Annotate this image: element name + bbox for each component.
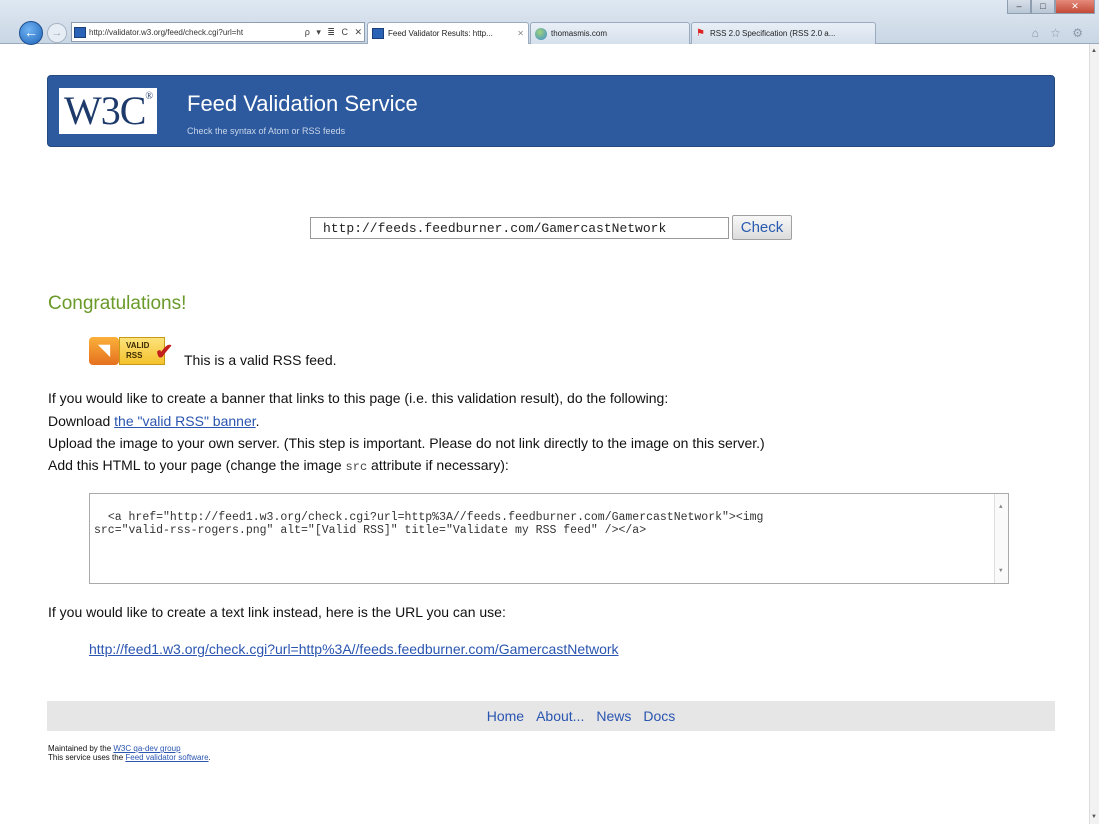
valid-rss-banner-link[interactable]: the "valid RSS" banner	[114, 413, 255, 429]
src-code: src	[345, 460, 368, 474]
rss-icon: ◥	[89, 337, 119, 365]
download-prefix: Download	[48, 413, 115, 429]
tab-label: RSS 2.0 Specification (RSS 2.0 a...	[710, 29, 836, 38]
text-link-intro: If you would like to create a text link …	[48, 604, 506, 620]
page-scrollbar[interactable]: ▲ ▼	[1089, 44, 1099, 824]
footer-nav: Home About... News Docs	[47, 701, 1055, 731]
valid-message: This is a valid RSS feed.	[184, 352, 337, 368]
banner-intro: If you would like to create a banner tha…	[48, 390, 669, 406]
footer-link-about[interactable]: About...	[536, 708, 584, 724]
textarea-scrollbar[interactable]: ▲ ▼	[994, 494, 1008, 583]
html-snippet-text[interactable]: <a href="http://feed1.w3.org/check.cgi?u…	[94, 511, 763, 537]
forward-button[interactable]: →	[47, 23, 67, 43]
add-html-suffix: attribute if necessary):	[367, 457, 509, 473]
qa-dev-group-link[interactable]: W3C qa-dev group	[113, 744, 180, 753]
congratulations-heading: Congratulations!	[48, 293, 187, 314]
feed-validator-software-link[interactable]: Feed validator software	[125, 753, 208, 762]
software-prefix: This service uses the	[48, 753, 126, 762]
tab-thomasmis[interactable]: thomasmis.com	[530, 22, 690, 44]
logo-text: W3C	[63, 88, 146, 133]
arrow-right-icon: →	[51, 27, 63, 39]
window-controls: – □ ✕	[1007, 0, 1095, 14]
html-snippet-textarea[interactable]: <a href="http://feed1.w3.org/check.cgi?u…	[89, 493, 1009, 584]
checkmark-icon: ✔	[155, 339, 174, 364]
download-line: Download the "valid RSS" banner.	[48, 413, 260, 429]
scroll-down-icon[interactable]: ▼	[1091, 814, 1097, 820]
w3c-logo[interactable]: W3C®	[59, 88, 157, 134]
arrow-left-icon: ←	[24, 24, 38, 40]
check-button[interactable]: Check	[732, 215, 792, 240]
back-button[interactable]: ←	[19, 21, 43, 45]
software-line: This service uses the Feed validator sof…	[48, 753, 211, 762]
logo-registered-mark: ®	[145, 91, 153, 102]
valid-rss-badge: ◥ VALID RSS ✔	[89, 335, 177, 367]
address-url[interactable]: http://validator.w3.org/feed/check.cgi?u…	[89, 28, 302, 37]
add-html-prefix: Add this HTML to your page (change the i…	[48, 457, 346, 473]
address-bar[interactable]: http://validator.w3.org/feed/check.cgi?u…	[71, 22, 365, 42]
scroll-down-icon[interactable]: ▼	[999, 564, 1003, 577]
add-html-line: Add this HTML to your page (change the i…	[48, 457, 509, 474]
tab-close-icon[interactable]: ✕	[517, 29, 524, 38]
maintained-prefix: Maintained by the	[48, 744, 114, 753]
page-title: Feed Validation Service	[187, 91, 418, 116]
tab-label: Feed Validator Results: http...	[388, 29, 493, 38]
download-suffix: .	[255, 413, 260, 429]
globe-icon	[535, 27, 547, 40]
footer-link-news[interactable]: News	[596, 708, 631, 724]
browser-toolbar: – □ ✕ ← → http://validator.w3.org/feed/c…	[0, 0, 1099, 45]
tab-label: thomasmis.com	[551, 29, 608, 38]
scroll-up-icon[interactable]: ▲	[1091, 48, 1097, 54]
page-favicon-icon	[372, 28, 384, 39]
software-suffix: .	[208, 753, 211, 762]
minimize-button[interactable]: –	[1007, 0, 1031, 14]
maximize-button[interactable]: □	[1031, 0, 1055, 14]
tab-feed-validator[interactable]: Feed Validator Results: http... ✕	[367, 22, 529, 44]
scroll-up-icon[interactable]: ▲	[999, 500, 1003, 513]
text-link-url[interactable]: http://feed1.w3.org/check.cgi?url=http%3…	[89, 641, 619, 657]
maintained-line: Maintained by the W3C qa-dev group	[48, 744, 211, 753]
upload-line: Upload the image to your own server. (Th…	[48, 435, 765, 451]
feed-url-input[interactable]	[310, 217, 729, 239]
page-subtitle: Check the syntax of Atom or RSS feeds	[187, 126, 346, 136]
footer-link-home[interactable]: Home	[487, 708, 524, 724]
window-close-button[interactable]: ✕	[1055, 0, 1095, 14]
page-favicon-icon	[74, 26, 86, 38]
footer-link-docs[interactable]: Docs	[643, 708, 675, 724]
tab-rss-spec[interactable]: ⚑ RSS 2.0 Specification (RSS 2.0 a...	[691, 22, 876, 44]
address-bar-icons[interactable]: ρ ▾ ≣ C ✕	[305, 27, 364, 38]
browser-tools[interactable]: ⌂ ☆ ⚙	[1032, 26, 1087, 40]
page-header: W3C® Feed Validation Service Check the s…	[47, 75, 1055, 147]
rss-favicon-icon: ⚑	[696, 27, 705, 39]
maintainer-note: Maintained by the W3C qa-dev group This …	[48, 744, 211, 762]
